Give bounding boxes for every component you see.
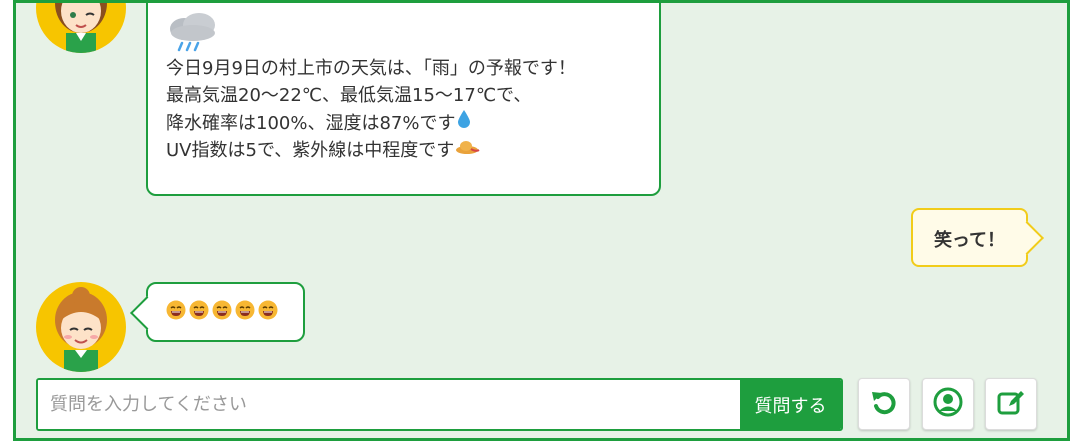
weather-line: UV指数は5で、紫外線は中程度です (166, 137, 576, 164)
user-circle-icon (933, 387, 963, 421)
weather-line: 最高気温20～22℃、最低気温15～17℃で、 (166, 82, 576, 109)
question-composer: 質問する (36, 378, 843, 431)
rain-cloud-icon (166, 13, 220, 57)
edit-button[interactable] (985, 378, 1037, 430)
ask-button[interactable]: 質問する (740, 380, 841, 429)
weather-line-text: 降水確率は100%、湿度は87%です (166, 112, 456, 134)
weather-line-text: 今日9月9日の村上市の天気は、「雨」の予報です！ (166, 58, 576, 79)
weather-line-text: 最高気温20～22℃、最低気温15～17℃で、 (166, 85, 532, 106)
reset-button[interactable] (858, 378, 910, 430)
sun-hat-icon (456, 137, 480, 164)
user-message-text: 笑って！ (933, 230, 1006, 251)
smiling-face-icon (189, 300, 209, 320)
water-drop-icon (457, 109, 471, 137)
chat-panel: 今日9月9日の村上市の天気は、「雨」の予報です！ 最高気温20～22℃、最低気温… (13, 0, 1070, 441)
emoji-row (166, 300, 278, 320)
bot-avatar (36, 3, 126, 53)
weather-message-bubble: 今日9月9日の村上市の天気は、「雨」の予報です！ 最高気温20～22℃、最低気温… (146, 3, 661, 196)
edit-icon (996, 387, 1026, 421)
profile-button[interactable] (922, 378, 974, 430)
weather-line-text: UV指数は5で、紫外線は中程度です (166, 140, 455, 161)
emoji-message-bubble (146, 282, 305, 342)
weather-line: 今日9月9日の村上市の天気は、「雨」の予報です！ (166, 55, 576, 82)
smiling-face-icon (235, 300, 255, 320)
bot-avatar (36, 282, 126, 372)
smiling-face-icon (166, 300, 186, 320)
question-input[interactable] (38, 380, 742, 429)
weather-line: 降水確率は100%、湿度は87%です (166, 109, 576, 137)
smiling-face-icon (212, 300, 232, 320)
weather-text: 今日9月9日の村上市の天気は、「雨」の予報です！ 最高気温20～22℃、最低気温… (166, 55, 576, 164)
smiling-face-icon (258, 300, 278, 320)
reset-icon (869, 387, 899, 421)
user-message-bubble: 笑って！ (911, 208, 1028, 267)
